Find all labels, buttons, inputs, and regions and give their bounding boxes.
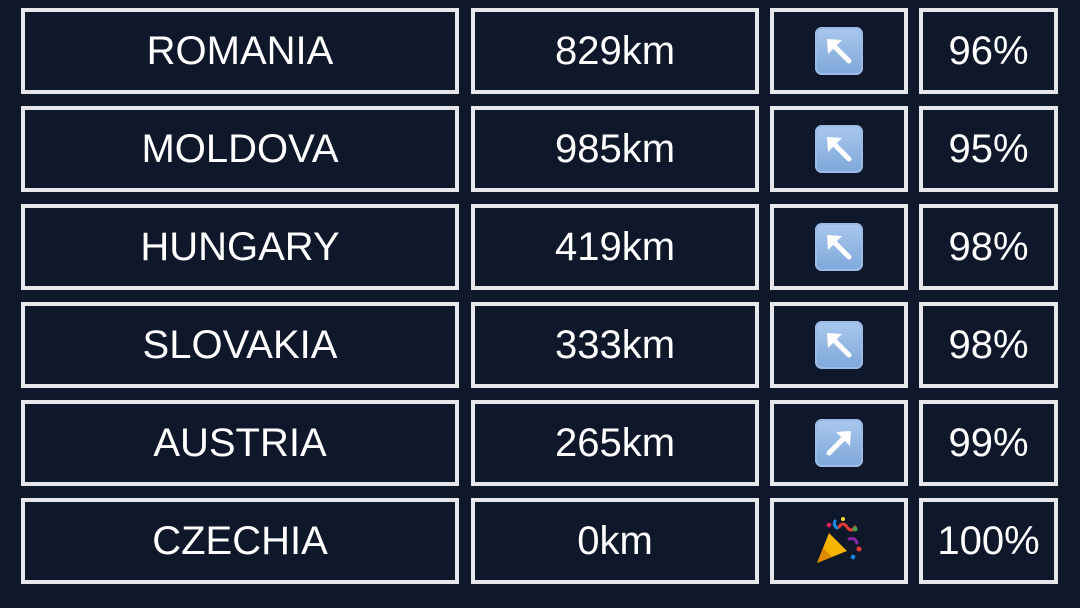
party-popper-icon xyxy=(813,515,865,567)
guess-distance: 0km xyxy=(471,498,759,584)
guess-proximity: 98% xyxy=(919,302,1058,388)
guess-country: HUNGARY xyxy=(21,204,459,290)
arrow-up-left-icon xyxy=(815,223,863,271)
guess-country: MOLDOVA xyxy=(21,106,459,192)
guess-distance: 419km xyxy=(471,204,759,290)
arrow-up-right-icon xyxy=(815,419,863,467)
guess-proximity: 100% xyxy=(919,498,1058,584)
guess-direction xyxy=(770,8,908,94)
guess-country: SLOVAKIA xyxy=(21,302,459,388)
guess-proximity: 98% xyxy=(919,204,1058,290)
guess-proximity: 96% xyxy=(919,8,1058,94)
guess-distance: 829km xyxy=(471,8,759,94)
guess-distance: 265km xyxy=(471,400,759,486)
guess-distance: 985km xyxy=(471,106,759,192)
arrow-up-left-icon xyxy=(815,27,863,75)
guess-direction xyxy=(770,204,908,290)
guess-proximity: 99% xyxy=(919,400,1058,486)
arrow-up-left-icon xyxy=(815,125,863,173)
guess-distance: 333km xyxy=(471,302,759,388)
guess-country: AUSTRIA xyxy=(21,400,459,486)
guess-direction xyxy=(770,106,908,192)
guess-direction xyxy=(770,498,908,584)
arrow-up-left-icon xyxy=(815,321,863,369)
guess-country: ROMANIA xyxy=(21,8,459,94)
guess-country: CZECHIA xyxy=(21,498,459,584)
guess-direction xyxy=(770,302,908,388)
guess-direction xyxy=(770,400,908,486)
guess-proximity: 95% xyxy=(919,106,1058,192)
